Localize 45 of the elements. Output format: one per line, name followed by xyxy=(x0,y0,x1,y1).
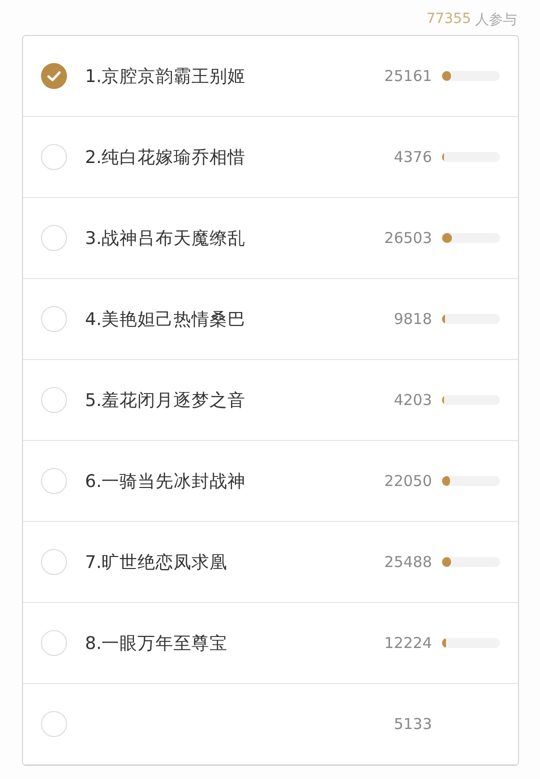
radio-icon[interactable] xyxy=(41,306,67,332)
vote-count: 4203 xyxy=(394,391,432,409)
vote-count: 22050 xyxy=(384,472,432,490)
radio-icon[interactable] xyxy=(41,468,67,494)
vote-bar xyxy=(442,395,500,405)
vote-count: 5133 xyxy=(394,715,432,733)
vote-count: 26503 xyxy=(384,229,432,247)
option-label: 6.一骑当先冰封战神 xyxy=(85,471,247,493)
vote-count: 25488 xyxy=(384,553,432,571)
vote-count: 12224 xyxy=(384,634,432,652)
radio-icon[interactable] xyxy=(41,387,67,413)
poll-option[interactable]: 5133 xyxy=(23,684,518,765)
option-label: 5.羞花闭月逐梦之音 xyxy=(85,390,247,412)
poll-option[interactable]: 3.战神吕布天魔缭乱 26503 xyxy=(23,198,518,279)
option-label: 1.京腔京韵霸王别姬 xyxy=(85,66,247,88)
vote-bar xyxy=(442,233,500,243)
poll-option[interactable]: 4.美艳妲己热情桑巴 9818 xyxy=(23,279,518,360)
poll-option[interactable]: 7.旷世绝恋凤求凰 25488 xyxy=(23,522,518,603)
vote-bar xyxy=(442,557,500,567)
vote-bar xyxy=(442,71,500,81)
poll-option[interactable]: 1.京腔京韵霸王别姬 25161 xyxy=(23,36,518,117)
vote-bar xyxy=(442,638,500,648)
poll-option[interactable]: 6.一骑当先冰封战神 22050 xyxy=(23,441,518,522)
option-label: 8.一眼万年至尊宝 xyxy=(85,633,229,655)
poll-option[interactable]: 2.纯白花嫁瑜乔相惜 4376 xyxy=(23,117,518,198)
radio-icon[interactable] xyxy=(41,549,67,575)
vote-count: 25161 xyxy=(384,67,432,85)
vote-count: 4376 xyxy=(394,148,432,166)
option-label: 4.美艳妲己热情桑巴 xyxy=(85,309,247,331)
option-label: 7.旷世绝恋凤求凰 xyxy=(85,552,229,574)
vote-count: 9818 xyxy=(394,310,432,328)
option-label: 3.战神吕布天魔缭乱 xyxy=(85,228,247,250)
participant-count: 77355 xyxy=(426,11,471,29)
poll-option[interactable]: 8.一眼万年至尊宝 12224 xyxy=(23,603,518,684)
radio-icon[interactable] xyxy=(41,144,67,170)
radio-icon[interactable] xyxy=(41,225,67,251)
participant-label: 人参与 xyxy=(475,11,517,30)
radio-icon[interactable] xyxy=(41,711,67,737)
vote-bar xyxy=(442,476,500,486)
radio-icon[interactable] xyxy=(41,630,67,656)
check-icon[interactable] xyxy=(41,63,67,89)
vote-bar xyxy=(442,314,500,324)
vote-bar xyxy=(442,152,500,162)
poll-option[interactable]: 5.羞花闭月逐梦之音 4203 xyxy=(23,360,518,441)
option-label: 2.纯白花嫁瑜乔相惜 xyxy=(85,147,247,169)
